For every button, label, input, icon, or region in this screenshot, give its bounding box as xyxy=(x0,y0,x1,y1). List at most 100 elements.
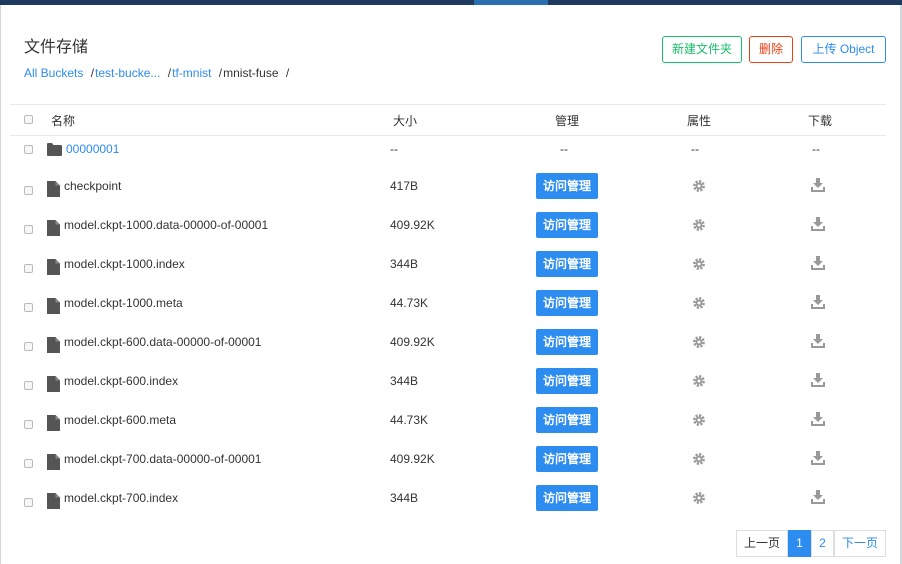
breadcrumb-folder[interactable]: tf-mnist xyxy=(172,66,211,80)
file-icon xyxy=(47,298,60,314)
row-checkbox[interactable] xyxy=(24,342,33,351)
column-header-props: 属性 xyxy=(687,114,712,128)
pagination-next[interactable]: 下一页 xyxy=(834,530,886,557)
pagination-page-2[interactable]: 2 xyxy=(811,530,834,557)
access-manage-button[interactable]: 访问管理 xyxy=(536,407,598,433)
row-checkbox[interactable] xyxy=(24,225,33,234)
breadcrumb: All Buckets /test-bucke... /tf-mnist /mn… xyxy=(24,66,290,80)
file-name: model.ckpt-1000.meta xyxy=(64,296,183,310)
gear-icon[interactable] xyxy=(692,296,706,310)
gear-icon[interactable] xyxy=(692,413,706,427)
pagination-page-1[interactable]: 1 xyxy=(788,530,811,557)
left-border xyxy=(0,5,1,564)
file-icon xyxy=(47,454,60,470)
table-row[interactable]: model.ckpt-600.meta 44.73K 访问管理 xyxy=(10,405,886,444)
access-manage-button[interactable]: 访问管理 xyxy=(536,446,598,472)
gear-icon[interactable] xyxy=(692,257,706,271)
top-bar xyxy=(0,0,902,5)
file-icon xyxy=(47,220,60,236)
row-checkbox[interactable] xyxy=(24,145,33,154)
download-icon[interactable] xyxy=(811,373,825,387)
row-checkbox[interactable] xyxy=(24,186,33,195)
download-icon[interactable] xyxy=(811,217,825,231)
gear-icon[interactable] xyxy=(692,374,706,388)
pagination-prev[interactable]: 上一页 xyxy=(736,530,788,557)
folder-manage: -- xyxy=(560,142,568,156)
table-header-divider xyxy=(10,135,886,136)
table-row[interactable]: model.ckpt-1000.data-00000-of-00001 409.9… xyxy=(10,210,886,249)
folder-icon xyxy=(47,143,62,156)
table-row[interactable]: model.ckpt-600.index 344B 访问管理 xyxy=(10,366,886,405)
gear-icon[interactable] xyxy=(692,491,706,505)
download-icon[interactable] xyxy=(811,451,825,465)
file-size: 417B xyxy=(390,179,419,193)
row-checkbox[interactable] xyxy=(24,264,33,273)
file-icon xyxy=(47,181,60,197)
file-name: model.ckpt-1000.index xyxy=(64,257,185,271)
table-row[interactable]: checkpoint 417B 访问管理 xyxy=(10,171,886,210)
file-name: model.ckpt-600.index xyxy=(64,374,179,388)
breadcrumb-separator: / xyxy=(285,66,290,80)
file-name: model.ckpt-600.data-00000-of-00001 xyxy=(64,335,262,349)
file-size: 344B xyxy=(390,374,419,388)
download-icon[interactable] xyxy=(811,295,825,309)
folder-download: -- xyxy=(812,142,820,156)
file-size: 344B xyxy=(390,491,419,505)
file-icon xyxy=(47,337,60,353)
file-size: 44.73K xyxy=(390,413,429,427)
new-folder-button[interactable]: 新建文件夹 xyxy=(662,36,742,63)
column-header-size[interactable]: 大小 xyxy=(393,112,417,129)
gear-icon[interactable] xyxy=(692,335,706,349)
access-manage-button[interactable]: 访问管理 xyxy=(536,251,598,277)
table-row[interactable]: model.ckpt-700.index 344B 访问管理 xyxy=(10,483,886,522)
download-icon[interactable] xyxy=(811,256,825,270)
folder-props: -- xyxy=(691,142,699,156)
upload-object-button[interactable]: 上传 Object xyxy=(801,36,886,63)
table-row[interactable]: model.ckpt-700.data-00000-of-00001 409.92… xyxy=(10,444,886,483)
page-title: 文件存储 xyxy=(24,39,89,56)
file-size: 344B xyxy=(390,257,419,271)
access-manage-button[interactable]: 访问管理 xyxy=(536,329,598,355)
breadcrumb-bucket[interactable]: test-bucke... xyxy=(95,66,160,80)
row-checkbox[interactable] xyxy=(24,381,33,390)
table-row[interactable]: model.ckpt-600.data-00000-of-00001 409.92… xyxy=(10,327,886,366)
breadcrumb-separator: / xyxy=(90,66,95,80)
row-checkbox[interactable] xyxy=(24,459,33,468)
file-size: 409.92K xyxy=(390,452,435,466)
folder-size: -- xyxy=(390,142,398,156)
column-header-manage: 管理 xyxy=(555,114,580,128)
row-checkbox[interactable] xyxy=(24,303,33,312)
folder-name-link[interactable]: 00000001 xyxy=(66,142,119,156)
breadcrumb-separator: / xyxy=(167,66,172,80)
access-manage-button[interactable]: 访问管理 xyxy=(536,290,598,316)
access-manage-button[interactable]: 访问管理 xyxy=(536,212,598,238)
column-header-download: 下载 xyxy=(808,114,833,128)
gear-icon[interactable] xyxy=(692,218,706,232)
file-icon xyxy=(47,493,60,509)
delete-button[interactable]: 删除 xyxy=(749,36,793,63)
file-size: 409.92K xyxy=(390,218,435,232)
file-size: 44.73K xyxy=(390,296,429,310)
file-name: checkpoint xyxy=(64,179,122,193)
download-icon[interactable] xyxy=(811,334,825,348)
access-manage-button[interactable]: 访问管理 xyxy=(536,173,598,199)
gear-icon[interactable] xyxy=(692,179,706,193)
breadcrumb-current: mnist-fuse xyxy=(223,66,279,80)
download-icon[interactable] xyxy=(811,490,825,504)
gear-icon[interactable] xyxy=(692,452,706,466)
breadcrumb-all-buckets[interactable]: All Buckets xyxy=(24,66,83,80)
access-manage-button[interactable]: 访问管理 xyxy=(536,485,598,511)
file-icon xyxy=(47,415,60,431)
table-row[interactable]: model.ckpt-1000.meta 44.73K 访问管理 xyxy=(10,288,886,327)
file-name: model.ckpt-700.index xyxy=(64,491,179,505)
row-checkbox[interactable] xyxy=(24,498,33,507)
access-manage-button[interactable]: 访问管理 xyxy=(536,368,598,394)
select-all-checkbox[interactable] xyxy=(24,115,33,124)
table-row[interactable]: model.ckpt-1000.index 344B 访问管理 xyxy=(10,249,886,288)
download-icon[interactable] xyxy=(811,178,825,192)
file-icon xyxy=(47,259,60,275)
download-icon[interactable] xyxy=(811,412,825,426)
row-checkbox[interactable] xyxy=(24,420,33,429)
file-name: model.ckpt-700.data-00000-of-00001 xyxy=(64,452,262,466)
column-header-name[interactable]: 名称 xyxy=(51,112,75,129)
